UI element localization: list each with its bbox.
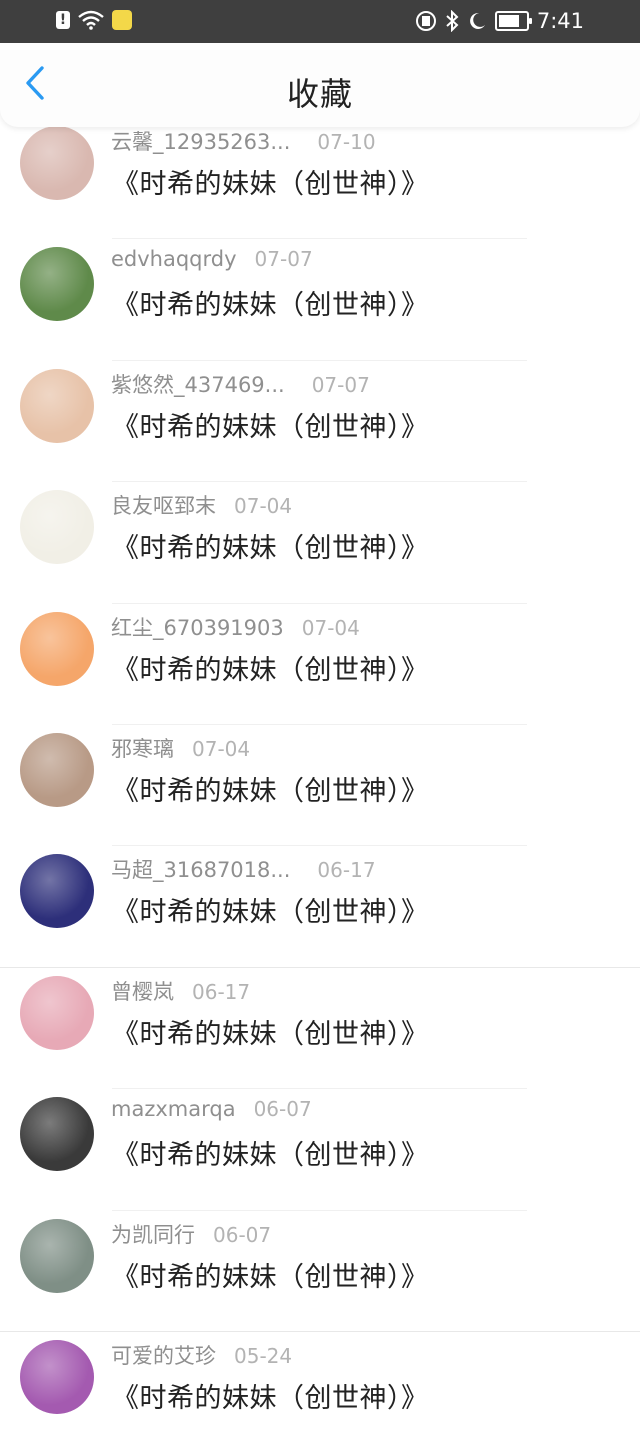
alert-icon: ! bbox=[56, 11, 70, 29]
username: 马超_31687018... bbox=[111, 858, 291, 883]
list-item[interactable]: 红尘_670391903 07-04 《时希的妹妹（创世神）》 bbox=[0, 604, 640, 725]
list-item[interactable]: 邪寒璃 07-04 《时希的妹妹（创世神）》 bbox=[0, 725, 640, 847]
list-item[interactable]: 曾樱岚 06-17 《时希的妹妹（创世神）》 bbox=[0, 968, 640, 1090]
date: 07-07 bbox=[254, 247, 313, 272]
moon-icon bbox=[467, 11, 487, 31]
date: 06-07 bbox=[213, 1222, 272, 1247]
item-meta: 为凯同行 06-07 bbox=[111, 1219, 271, 1249]
avatar[interactable] bbox=[20, 1218, 94, 1293]
avatar[interactable] bbox=[20, 368, 94, 443]
book-title[interactable]: 《时希的妹妹（创世神）》 bbox=[112, 405, 429, 444]
avatar[interactable] bbox=[20, 975, 94, 1050]
username: 邪寒璃 bbox=[111, 736, 174, 761]
date: 07-04 bbox=[192, 736, 251, 761]
battery-icon bbox=[494, 11, 532, 31]
username: 云馨_12935263... bbox=[111, 130, 291, 154]
item-meta: 紫悠然_437469... 07-07 bbox=[111, 369, 370, 399]
item-meta: edvhaqqrdy 07-07 bbox=[111, 247, 313, 271]
avatar[interactable] bbox=[20, 611, 94, 686]
avatar[interactable] bbox=[20, 1097, 94, 1172]
username: 可爱的艾珍 bbox=[111, 1343, 216, 1368]
app-notification-icon bbox=[112, 10, 132, 30]
username: edvhaqqrdy bbox=[111, 247, 237, 272]
date: 06-17 bbox=[317, 858, 376, 883]
list-item[interactable]: 马超_31687018... 06-17 《时希的妹妹（创世神）》 bbox=[0, 846, 640, 968]
date: 07-04 bbox=[234, 494, 293, 519]
date: 07-07 bbox=[311, 372, 370, 397]
book-title[interactable]: 《时希的妹妹（创世神）》 bbox=[112, 162, 429, 201]
status-left-icons: ! bbox=[56, 10, 132, 30]
avatar[interactable] bbox=[20, 490, 94, 565]
item-meta: 曾樱岚 06-17 bbox=[111, 976, 250, 1006]
status-bar: ! 7:41 bbox=[0, 0, 640, 43]
avatar[interactable] bbox=[20, 126, 94, 200]
username: 良友呕郅末 bbox=[111, 494, 216, 519]
book-title[interactable]: 《时希的妹妹（创世神）》 bbox=[112, 283, 429, 322]
book-title[interactable]: 《时希的妹妹（创世神）》 bbox=[112, 1376, 429, 1415]
item-meta: 云馨_12935263... 07-10 bbox=[111, 126, 376, 156]
bluetooth-icon bbox=[445, 10, 459, 32]
sim-icon bbox=[415, 10, 437, 32]
clock: 7:41 bbox=[536, 9, 584, 33]
page-title: 收藏 bbox=[286, 75, 353, 113]
book-title[interactable]: 《时希的妹妹（创世神）》 bbox=[112, 526, 429, 565]
username: 曾樱岚 bbox=[111, 979, 174, 1004]
list-item[interactable]: mazxmarqa 06-07 《时希的妹妹（创世神）》 bbox=[0, 1089, 640, 1211]
wifi-icon bbox=[78, 10, 104, 30]
date: 06-07 bbox=[253, 1097, 312, 1122]
book-title[interactable]: 《时希的妹妹（创世神）》 bbox=[112, 890, 429, 929]
item-meta: mazxmarqa 06-07 bbox=[111, 1097, 312, 1121]
book-title[interactable]: 《时希的妹妹（创世神）》 bbox=[112, 648, 429, 687]
date: 07-04 bbox=[301, 615, 360, 640]
item-meta: 马超_31687018... 06-17 bbox=[111, 854, 376, 884]
list-item[interactable]: 为凯同行 06-07 《时希的妹妹（创世神）》 bbox=[0, 1211, 640, 1332]
book-title[interactable]: 《时希的妹妹（创世神）》 bbox=[112, 1012, 429, 1051]
top-nav-bar: 收藏 bbox=[0, 43, 640, 127]
book-title[interactable]: 《时希的妹妹（创世神）》 bbox=[112, 1255, 429, 1294]
avatar[interactable] bbox=[20, 247, 94, 322]
avatar[interactable] bbox=[20, 732, 94, 807]
username: 为凯同行 bbox=[111, 1222, 195, 1247]
status-right-icons: 7:41 bbox=[415, 9, 584, 33]
list-item[interactable]: 可爱的艾珍 05-24 《时希的妹妹（创世神）》 bbox=[0, 1332, 640, 1453]
book-title[interactable]: 《时希的妹妹（创世神）》 bbox=[112, 769, 429, 808]
list-item[interactable]: 紫悠然_437469... 07-07 《时希的妹妹（创世神）》 bbox=[0, 361, 640, 483]
item-meta: 可爱的艾珍 05-24 bbox=[111, 1340, 292, 1370]
username: mazxmarqa bbox=[111, 1097, 236, 1122]
list-item[interactable]: edvhaqqrdy 07-07 《时希的妹妹（创世神）》 bbox=[0, 239, 640, 361]
date: 05-24 bbox=[234, 1343, 293, 1368]
username: 紫悠然_437469... bbox=[111, 372, 285, 397]
username: 红尘_670391903 bbox=[111, 615, 284, 640]
book-title[interactable]: 《时希的妹妹（创世神）》 bbox=[112, 1133, 429, 1172]
item-meta: 邪寒璃 07-04 bbox=[111, 733, 250, 763]
item-meta: 红尘_670391903 07-04 bbox=[111, 612, 360, 642]
date: 06-17 bbox=[192, 979, 251, 1004]
avatar[interactable] bbox=[20, 1339, 94, 1414]
list-item[interactable]: 良友呕郅末 07-04 《时希的妹妹（创世神）》 bbox=[0, 482, 640, 604]
item-meta: 良友呕郅末 07-04 bbox=[111, 490, 292, 520]
favorites-list: 云馨_12935263... 07-10 《时希的妹妹（创世神）》 edvhaqqrd… bbox=[0, 118, 640, 1453]
list-item[interactable]: 云馨_12935263... 07-10 《时希的妹妹（创世神）》 bbox=[0, 118, 640, 240]
date: 07-10 bbox=[317, 130, 376, 154]
avatar[interactable] bbox=[20, 854, 94, 929]
